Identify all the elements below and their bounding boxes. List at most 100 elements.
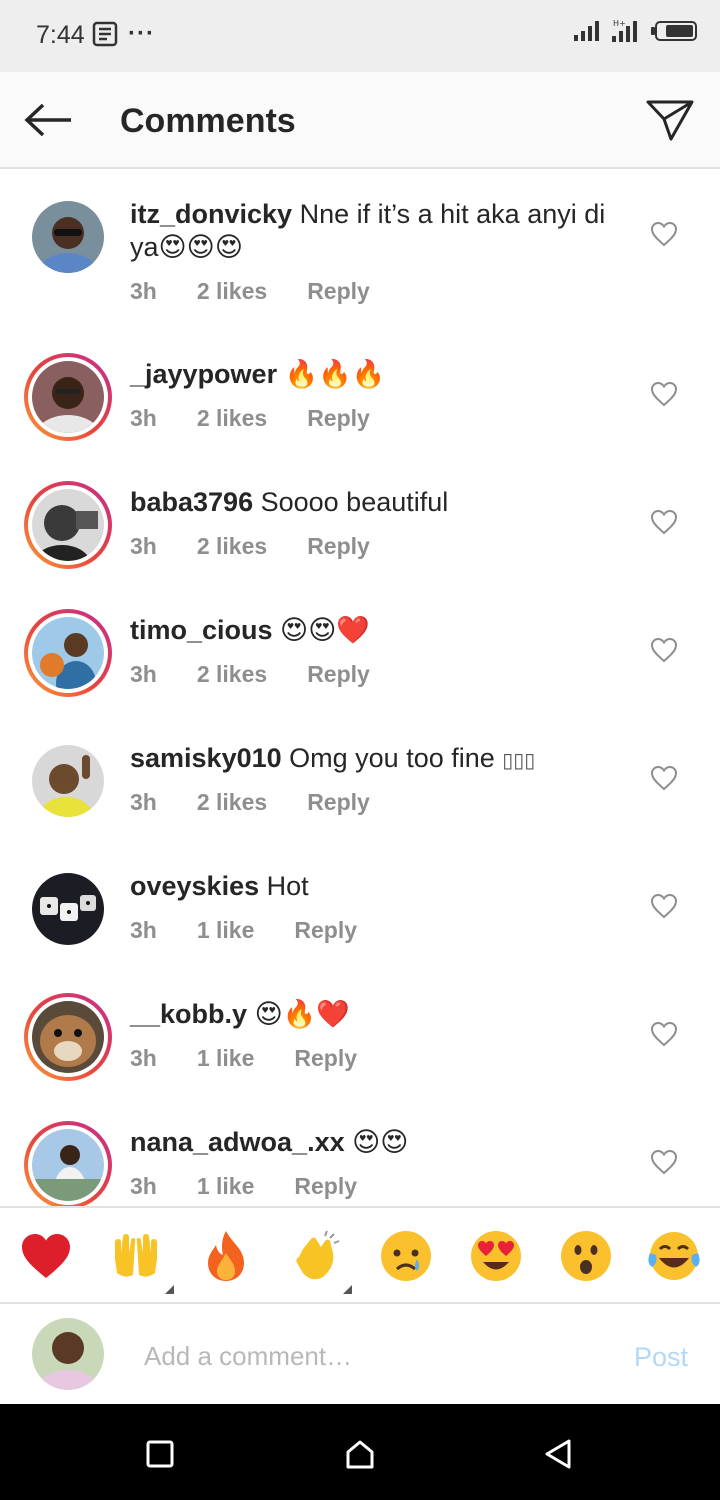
- avatar-button[interactable]: [24, 353, 112, 441]
- skin-tone-indicator: [165, 1285, 174, 1294]
- comment-emojis: 🔥🔥🔥: [284, 359, 386, 390]
- username-link[interactable]: nana_adwoa_.xx: [130, 1127, 345, 1157]
- recent-apps-button[interactable]: [140, 1434, 180, 1474]
- emoji-tears-of-joy-button[interactable]: 😂: [646, 1228, 702, 1284]
- comment-meta: 3h 1 like Reply: [130, 917, 357, 944]
- comments-list[interactable]: itz_donvicky Nne if it’s a hit aka anyi …: [0, 171, 720, 1206]
- avatar-button[interactable]: [24, 193, 112, 281]
- reply-button[interactable]: Reply: [307, 533, 370, 560]
- comment-item: oveyskies Hot 3h 1 like Reply: [0, 843, 720, 971]
- avatar-button[interactable]: [24, 737, 112, 825]
- like-heart-icon[interactable]: [650, 637, 678, 663]
- like-heart-icon[interactable]: [650, 1021, 678, 1047]
- likes-count-link[interactable]: 2 likes: [197, 533, 267, 560]
- username-link[interactable]: timo_cious: [130, 615, 273, 645]
- back-nav-button[interactable]: [538, 1434, 578, 1474]
- avatar: [32, 617, 104, 689]
- surprised-face-icon: [561, 1231, 611, 1281]
- reply-button[interactable]: Reply: [307, 405, 370, 432]
- emoji-heart-eyes-button[interactable]: 😍: [468, 1228, 524, 1284]
- reply-button[interactable]: Reply: [294, 1045, 357, 1072]
- username-link[interactable]: __kobb.y: [130, 999, 247, 1029]
- likes-count-link[interactable]: 1 like: [197, 1045, 255, 1072]
- post-button[interactable]: Post: [634, 1342, 688, 1373]
- avatar: [32, 1129, 104, 1201]
- avatar-button[interactable]: [24, 481, 112, 569]
- avatar-button[interactable]: [24, 609, 112, 697]
- emoji-fire-button[interactable]: 🔥: [198, 1228, 254, 1284]
- signal-hplus-icon: H+: [612, 19, 637, 42]
- more-notifications-icon: ···: [128, 20, 155, 47]
- avatar-button[interactable]: [24, 865, 112, 953]
- comment-text: __kobb.y 😍🔥❤️: [130, 998, 620, 1031]
- emoji-heart-button[interactable]: ❤️: [18, 1228, 74, 1284]
- avatar: [32, 1001, 104, 1073]
- story-ring: [24, 353, 112, 441]
- username-link[interactable]: _jayypower: [130, 359, 277, 389]
- page-title: Comments: [120, 102, 296, 140]
- like-heart-icon[interactable]: [650, 1149, 678, 1175]
- comment-input[interactable]: [144, 1334, 584, 1378]
- comment-emojis: ▯▯▯: [502, 748, 536, 772]
- comment-meta: 3h 2 likes Reply: [130, 533, 370, 560]
- svg-text:H+: H+: [613, 19, 626, 28]
- emoji-clapping-hands-button[interactable]: 👏: [288, 1228, 352, 1294]
- like-heart-icon[interactable]: [650, 509, 678, 535]
- username-link[interactable]: itz_donvicky: [130, 199, 292, 229]
- story-ring: [24, 609, 112, 697]
- likes-count-link[interactable]: 1 like: [197, 1173, 255, 1200]
- quick-emoji-bar: ❤️ 🙌 🔥 👏 😢: [0, 1206, 720, 1304]
- emoji-surprised-face-button[interactable]: 😮: [558, 1228, 614, 1284]
- likes-count-link[interactable]: 2 likes: [197, 278, 267, 305]
- reply-button[interactable]: Reply: [307, 789, 370, 816]
- tears-of-joy-icon: [648, 1232, 700, 1280]
- fire-icon: [208, 1231, 244, 1281]
- username-link[interactable]: oveyskies: [130, 871, 259, 901]
- status-left-icons: ···: [92, 20, 155, 48]
- comment-emojis: 😍🔥❤️: [254, 999, 350, 1030]
- username-link[interactable]: samisky010: [130, 743, 282, 773]
- emoji-crying-face-button[interactable]: 😢: [378, 1228, 434, 1284]
- back-button[interactable]: [18, 94, 78, 146]
- reply-button[interactable]: Reply: [307, 278, 370, 305]
- likes-count-link[interactable]: 2 likes: [197, 661, 267, 688]
- header: Comments: [0, 72, 720, 169]
- crying-face-icon: [381, 1231, 431, 1281]
- home-button[interactable]: [340, 1434, 380, 1474]
- comment-emojis: 😍😍: [352, 1127, 409, 1158]
- raising-hands-icon: [115, 1234, 157, 1277]
- comment-time: 3h: [130, 533, 157, 559]
- home-icon: [346, 1440, 374, 1469]
- username-link[interactable]: baba3796: [130, 487, 253, 517]
- avatar: [32, 873, 104, 945]
- skin-tone-indicator: [343, 1285, 352, 1294]
- back-arrow-icon: [24, 103, 71, 137]
- avatar: [32, 361, 104, 433]
- like-heart-icon[interactable]: [650, 381, 678, 407]
- reply-button[interactable]: Reply: [294, 1173, 357, 1200]
- comment-content: Omg you too fine: [289, 743, 495, 773]
- comment-content: Hot: [266, 871, 309, 901]
- comment-meta: 3h 2 likes Reply: [130, 661, 370, 688]
- story-ring: [24, 481, 112, 569]
- likes-count-link[interactable]: 2 likes: [197, 789, 267, 816]
- back-triangle-icon: [545, 1439, 571, 1469]
- status-time: 7:44: [36, 21, 85, 49]
- comment-item: baba3796 Soooo beautiful 3h 2 likes Repl…: [0, 459, 720, 587]
- like-heart-icon[interactable]: [650, 221, 678, 247]
- likes-count-link[interactable]: 2 likes: [197, 405, 267, 432]
- share-button[interactable]: [642, 94, 698, 146]
- like-heart-icon[interactable]: [650, 765, 678, 791]
- signal-icon: [574, 21, 599, 41]
- avatar-button[interactable]: [24, 1121, 112, 1206]
- comment-content: Soooo beautiful: [260, 487, 449, 517]
- reply-button[interactable]: Reply: [294, 917, 357, 944]
- like-heart-icon[interactable]: [650, 893, 678, 919]
- emoji-raising-hands-button[interactable]: 🙌: [108, 1228, 174, 1294]
- likes-count-link[interactable]: 1 like: [197, 917, 255, 944]
- avatar-button[interactable]: [24, 993, 112, 1081]
- story-ring: [24, 993, 112, 1081]
- reply-button[interactable]: Reply: [307, 661, 370, 688]
- comment-time: 3h: [130, 661, 157, 687]
- battery-icon: [651, 21, 697, 41]
